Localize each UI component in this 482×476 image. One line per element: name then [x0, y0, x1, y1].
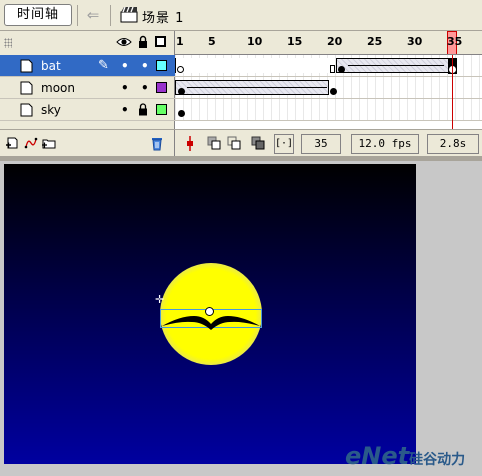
frame-row-moon[interactable]: [175, 77, 482, 99]
layer-outline-color[interactable]: [156, 104, 167, 115]
keyframe[interactable]: [330, 88, 337, 95]
layer-row-moon[interactable]: moon • •: [0, 77, 175, 99]
layer-name: moon: [41, 81, 75, 95]
back-arrow-icon[interactable]: ⇐: [84, 6, 102, 24]
layers-column: bat ✎ • • moon • • sky •: [0, 31, 175, 156]
stage-workspace: ✛: [0, 161, 482, 476]
frame-ruler[interactable]: 1 5 10 15 20 25 30 35: [175, 31, 482, 55]
layer-header: [0, 31, 175, 55]
ruler-label: 5: [208, 35, 216, 48]
transform-point-icon[interactable]: [205, 307, 214, 316]
visible-dot[interactable]: •: [121, 59, 129, 73]
watermark-cn: 硅谷动力: [409, 452, 466, 468]
ruler-label: 1: [176, 35, 184, 48]
panel-grip[interactable]: [4, 38, 12, 48]
frames-area[interactable]: 1 5 10 15 20 25 30 35 [·] 35 12.0 fps 2.…: [175, 31, 482, 156]
layer-outline-color[interactable]: [156, 82, 167, 93]
lock-dot[interactable]: •: [141, 59, 149, 73]
watermark-brand: eNet: [345, 442, 410, 470]
toolbar-separator: [77, 5, 78, 26]
layer-row-bat[interactable]: bat ✎ • •: [0, 55, 175, 77]
outline-all-icon[interactable]: [155, 36, 166, 47]
modify-onion-markers-button[interactable]: [·]: [274, 134, 294, 154]
layer-page-icon: [20, 59, 33, 73]
ruler-label: 10: [247, 35, 263, 48]
elapsed-time-display: 2.8s: [427, 134, 479, 154]
ruler-label: 25: [367, 35, 383, 48]
insert-layer-icon[interactable]: [5, 136, 19, 150]
flash-editor: 时间轴 ⇐ 场景 1 bat ✎ • • moon • • sky • 1 5 …: [0, 0, 482, 476]
tween-arrow: [187, 87, 327, 88]
timeline-button[interactable]: 时间轴: [4, 4, 72, 26]
scene-clapper-icon: [120, 6, 138, 23]
insert-layer-folder-icon[interactable]: [42, 136, 56, 150]
layer-tools: [0, 129, 175, 156]
keyframe-empty[interactable]: [177, 66, 184, 73]
onion-skin-icon[interactable]: [207, 136, 221, 150]
stage-sky[interactable]: ✛: [4, 164, 416, 464]
layer-page-icon: [20, 81, 33, 95]
layer-page-icon: [20, 103, 33, 117]
ruler-label: 35: [447, 35, 463, 48]
pencil-edit-icon: ✎: [98, 58, 109, 73]
frame-end-marker[interactable]: [330, 65, 335, 73]
top-bar: 时间轴 ⇐ 场景 1: [0, 0, 482, 31]
current-frame-display: 35: [301, 134, 341, 154]
add-motion-guide-icon[interactable]: [24, 136, 38, 150]
layer-name: bat: [41, 59, 61, 73]
center-frame-icon[interactable]: [185, 136, 195, 151]
layer-row-sky[interactable]: sky •: [0, 99, 175, 121]
keyframe[interactable]: [338, 66, 345, 73]
scene-label[interactable]: 场景 1: [142, 7, 184, 26]
ruler-label: 20: [327, 35, 343, 48]
lock-all-icon[interactable]: [138, 35, 148, 49]
timeline-controls: [·] 35 12.0 fps 2.8s: [175, 129, 482, 156]
frame-span: [175, 58, 335, 73]
ruler-label: 15: [287, 35, 303, 48]
playhead-line: [452, 55, 453, 129]
layer-outline-color[interactable]: [156, 60, 167, 71]
frame-row-bat[interactable]: [175, 55, 482, 77]
edit-multiple-frames-icon[interactable]: [251, 136, 265, 150]
layer-name: sky: [41, 103, 61, 117]
keyframe[interactable]: [178, 88, 185, 95]
visible-dot[interactable]: •: [121, 103, 129, 117]
frame-row-sky[interactable]: [175, 99, 482, 121]
toolbar-separator: [110, 5, 111, 26]
delete-layer-trash-icon[interactable]: [150, 135, 164, 151]
tween-arrow: [348, 65, 444, 66]
onion-skin-outlines-icon[interactable]: [227, 136, 241, 150]
timeline-panel: bat ✎ • • moon • • sky • 1 5 10 15 20 25…: [0, 31, 482, 156]
lock-dot[interactable]: •: [141, 81, 149, 95]
show-hide-eye-icon[interactable]: [116, 36, 132, 48]
registration-crosshair-icon: ✛: [155, 293, 165, 306]
ruler-label: 30: [407, 35, 423, 48]
frame-rate-display[interactable]: 12.0 fps: [351, 134, 419, 154]
layer-locked-icon[interactable]: [138, 103, 148, 116]
watermark-logo: eNet硅谷动力: [345, 442, 465, 470]
keyframe[interactable]: [178, 110, 185, 117]
visible-dot[interactable]: •: [121, 81, 129, 95]
